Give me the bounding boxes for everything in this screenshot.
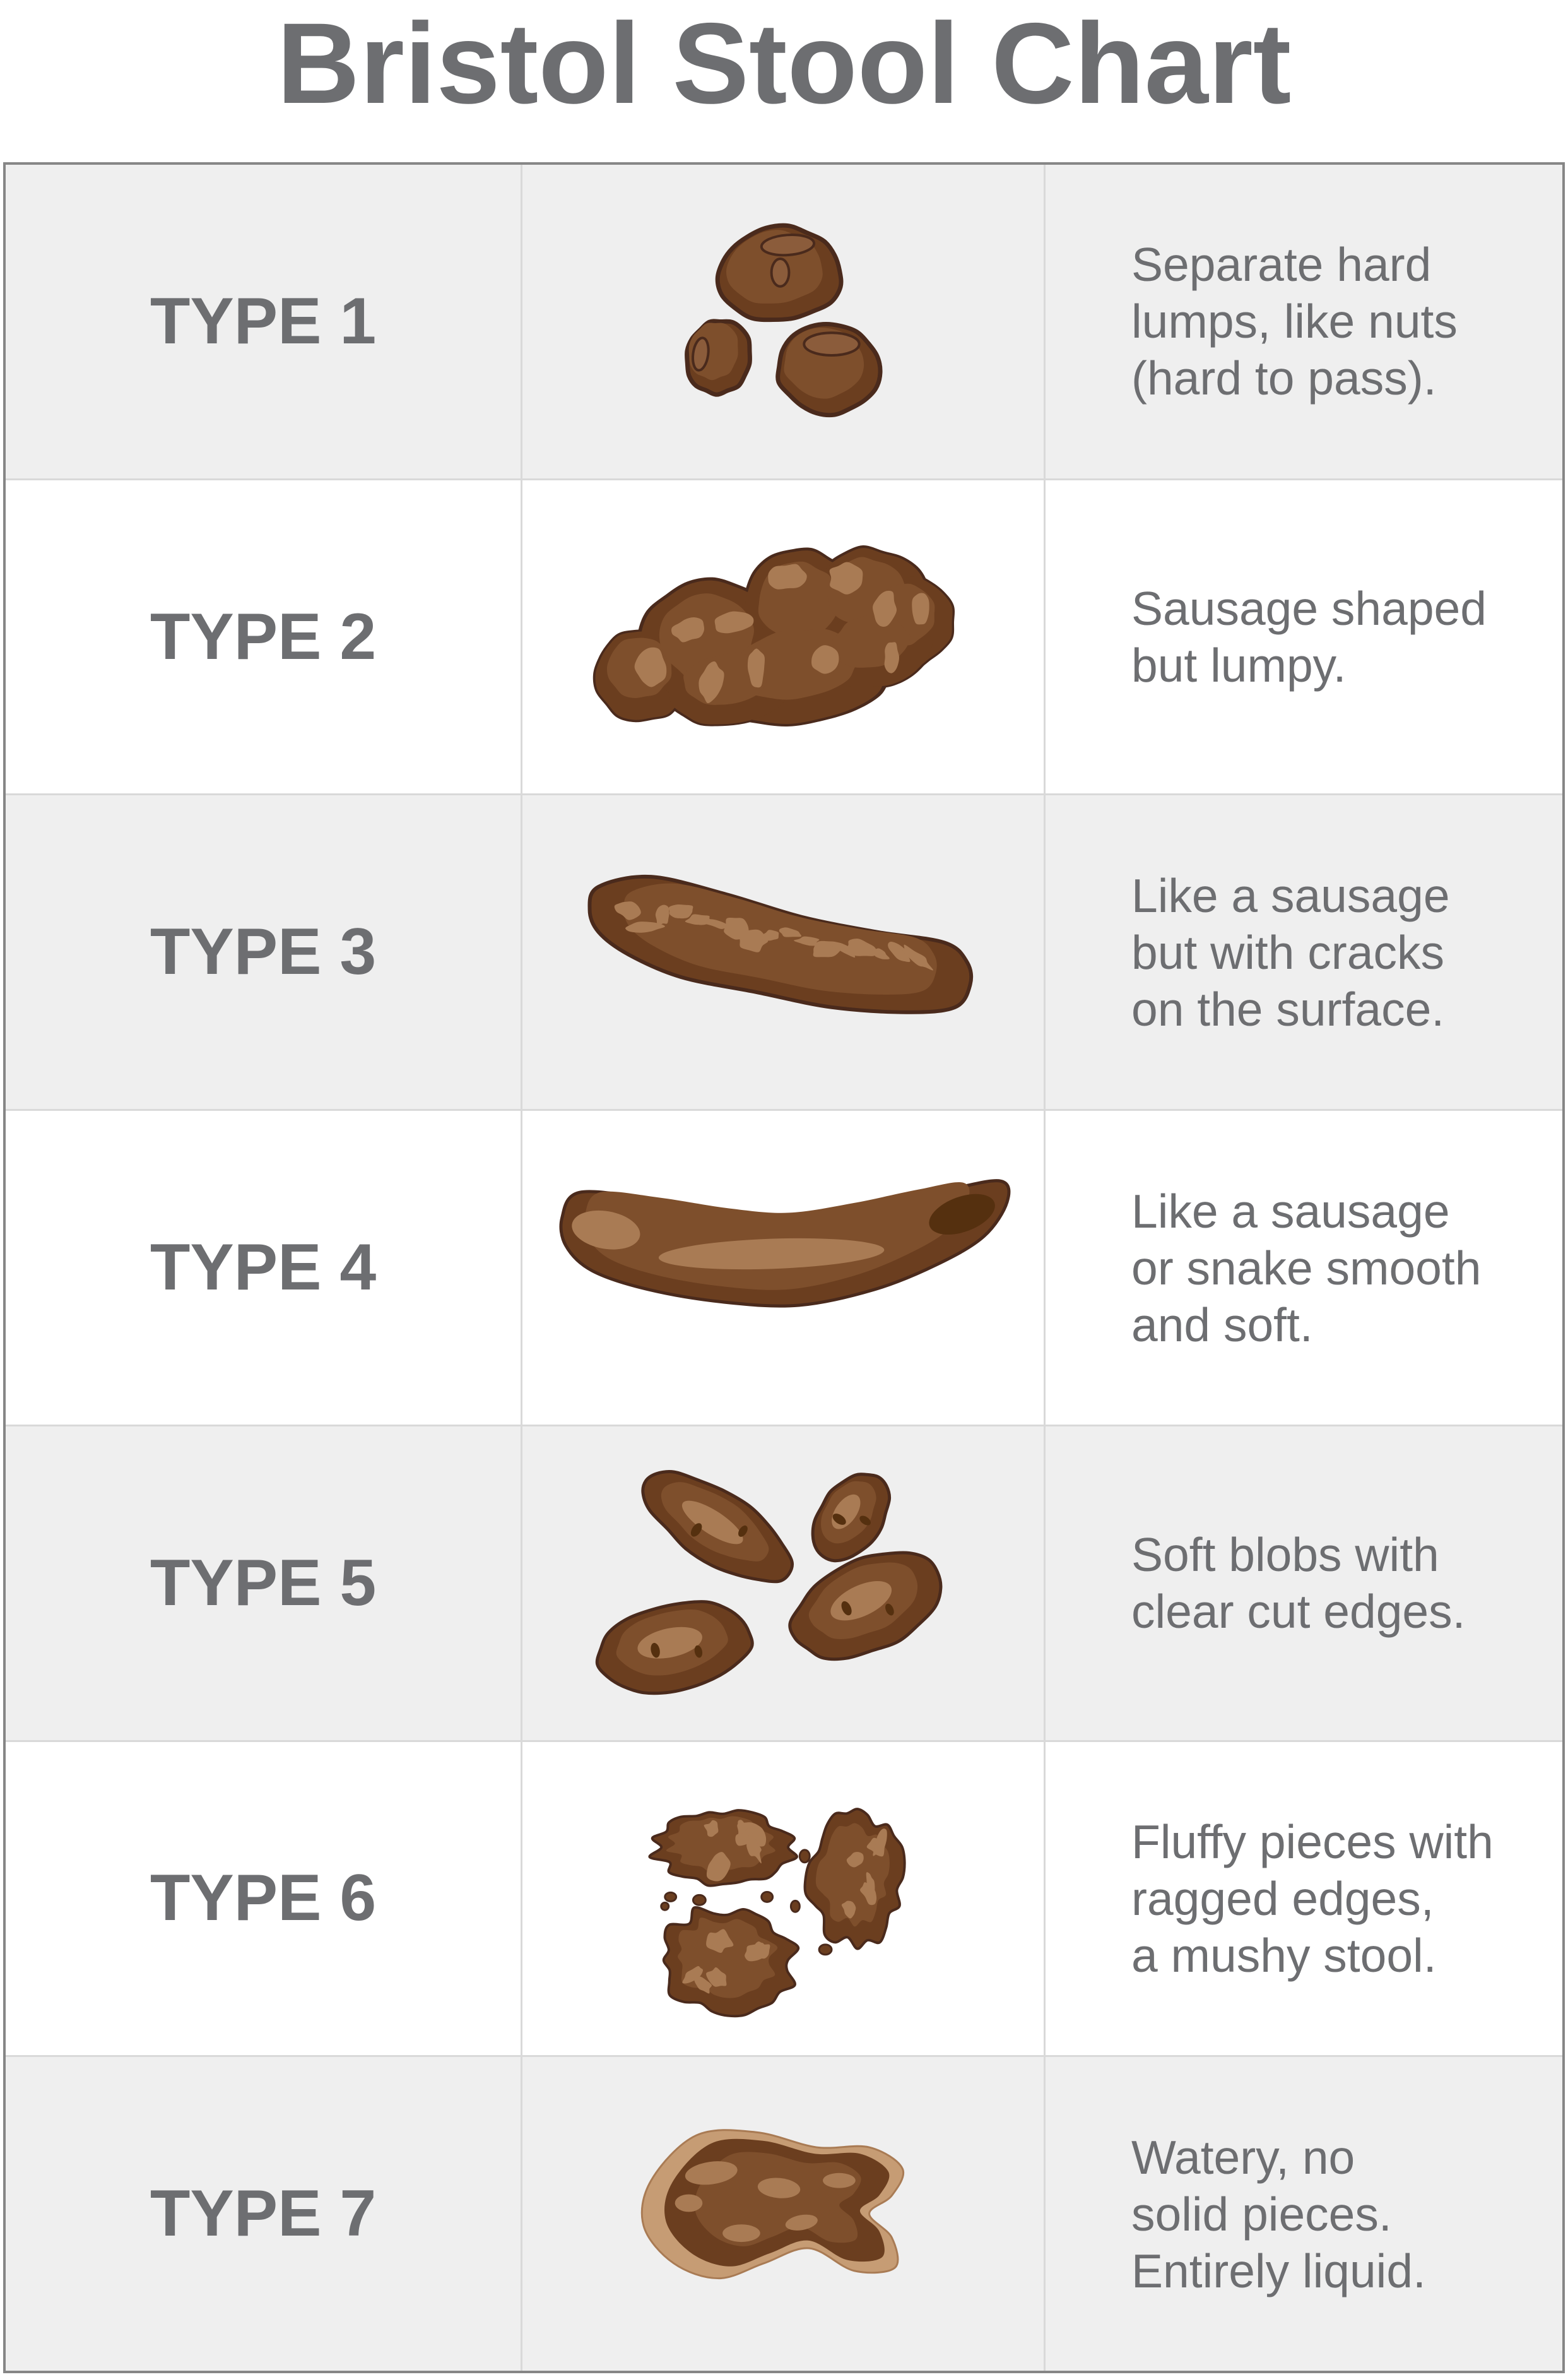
- description-line: Like a sausage: [1131, 868, 1450, 922]
- stool-fragment: [798, 1848, 811, 1863]
- type-label-cell: TYPE 3: [6, 795, 522, 1110]
- type-2-stool-illustration: [592, 545, 955, 726]
- type-label: TYPE 1: [150, 284, 377, 358]
- description-cell: Watery, no solid pieces. Entirely liquid…: [1046, 2057, 1562, 2371]
- description-line: Like a sausage: [1131, 1184, 1450, 1238]
- illustration-cell: [522, 795, 1046, 1110]
- hard-lump-highlight: [803, 331, 861, 357]
- type-label: TYPE 3: [150, 915, 377, 989]
- type-label-cell: TYPE 7: [6, 2057, 522, 2371]
- description-line: Fluffy pieces with: [1131, 1815, 1494, 1868]
- type-label-cell: TYPE 6: [6, 1741, 522, 2056]
- lump-highlight: [912, 593, 929, 625]
- type-label-cell: TYPE 1: [6, 165, 522, 478]
- description-line: solid pieces.: [1131, 2187, 1392, 2241]
- puddle-highlight: [675, 2194, 703, 2212]
- description: Soft blobs with clear cut edges.: [1131, 1526, 1465, 1640]
- illustration-cell: [522, 1111, 1046, 1425]
- description-line: a mushy stool.: [1131, 1928, 1437, 1982]
- surface-crack: [668, 904, 693, 919]
- type-label: TYPE 5: [150, 1546, 377, 1620]
- illustration-cell: [522, 480, 1046, 794]
- stool-fragment: [660, 1901, 670, 1911]
- type-2-row: TYPE 2 Sausage shaped but lumpy.: [6, 480, 1562, 796]
- type-6-stool-illustration: [648, 1807, 906, 2017]
- description: Like a sausage but with cracks on the su…: [1131, 867, 1450, 1038]
- description-cell: Separate hard lumps, like nuts (hard to …: [1046, 165, 1562, 478]
- type-label: TYPE 6: [150, 1861, 377, 1935]
- stool-fragment: [789, 1899, 801, 1913]
- description-line: (hard to pass).: [1131, 352, 1437, 405]
- description-line: Soft blobs with: [1131, 1528, 1439, 1582]
- type-7-stool-illustration: [640, 2129, 905, 2280]
- description-cell: Like a sausage or snake smooth and soft.: [1046, 1111, 1562, 1425]
- description: Watery, no solid pieces. Entirely liquid…: [1131, 2129, 1426, 2299]
- description-cell: Sausage shaped but lumpy.: [1046, 480, 1562, 794]
- illustration-cell: [522, 165, 1046, 478]
- description-line: Entirely liquid.: [1131, 2244, 1426, 2297]
- illustration-cell: [522, 2057, 1046, 2371]
- description-line: or snake smooth: [1131, 1241, 1482, 1295]
- type-1-row: TYPE 1 Separate hard lumps, like nuts (h…: [6, 165, 1562, 480]
- description-line: on the surface.: [1131, 982, 1445, 1036]
- description-cell: Fluffy pieces with ragged edges, a mushy…: [1046, 1742, 1562, 2056]
- hard-lump-highlight: [770, 258, 791, 288]
- stool-fragment: [664, 1891, 678, 1902]
- description-cell: Soft blobs with clear cut edges.: [1046, 1426, 1562, 1740]
- type-5-stool-illustration: [595, 1469, 943, 1695]
- stool-fragment: [818, 1943, 833, 1955]
- type-label-cell: TYPE 2: [6, 480, 522, 794]
- illustration-cell: [522, 1741, 1046, 2056]
- description: Like a sausage or snake smooth and soft.: [1131, 1183, 1481, 1353]
- description: Separate hard lumps, like nuts (hard to …: [1131, 236, 1458, 406]
- description-line: but with cracks: [1131, 925, 1444, 979]
- type-label: TYPE 7: [150, 2177, 377, 2251]
- description-line: but lumpy.: [1131, 639, 1347, 692]
- description-line: Watery, no: [1131, 2130, 1355, 2184]
- type-3-row: TYPE 3 Like a sausage but with cracks on…: [6, 795, 1562, 1111]
- type-label: TYPE 4: [150, 1231, 377, 1305]
- type-1-stool-illustration: [685, 223, 883, 418]
- type-4-row: TYPE 4 Like a sausage or snake smooth an…: [6, 1111, 1562, 1426]
- type-3-stool-illustration: [587, 875, 974, 1015]
- type-5-row: TYPE 5 Soft blobs with clear cut edges.: [6, 1426, 1562, 1742]
- description-cell: Like a sausage but with cracks on the su…: [1046, 795, 1562, 1109]
- stool-fragment: [760, 1890, 774, 1903]
- description-line: Separate hard: [1131, 238, 1432, 292]
- description-line: Sausage shaped: [1131, 582, 1487, 636]
- puddle-highlight: [823, 2173, 856, 2188]
- puddle-highlight: [722, 2224, 760, 2243]
- description-line: clear cut edges.: [1131, 1585, 1466, 1639]
- description-line: and soft.: [1131, 1298, 1313, 1351]
- illustration-cell: [522, 1426, 1046, 1740]
- type-4-stool-illustration: [559, 1179, 1011, 1308]
- description-line: lumps, like nuts: [1131, 295, 1458, 348]
- page-title: Bristol Stool Chart: [276, 0, 1292, 127]
- description: Sausage shaped but lumpy.: [1131, 580, 1487, 694]
- type-label-cell: TYPE 5: [6, 1426, 522, 1740]
- sausage-shading: [623, 884, 937, 995]
- type-label: TYPE 2: [150, 600, 377, 673]
- type-7-row: TYPE 7 Watery, no solid pieces. Entirely…: [6, 2057, 1562, 2371]
- type-label-cell: TYPE 4: [6, 1111, 522, 1425]
- description: Fluffy pieces with ragged edges, a mushy…: [1131, 1813, 1494, 1984]
- type-6-row: TYPE 6 Fluffy pieces with ragged edges, …: [6, 1741, 1562, 2058]
- stool-fragment: [692, 1894, 707, 1906]
- stool-chart-table: TYPE 1 Separate hard lumps, like nuts (h…: [3, 162, 1565, 2373]
- description-line: ragged edges,: [1131, 1871, 1434, 1925]
